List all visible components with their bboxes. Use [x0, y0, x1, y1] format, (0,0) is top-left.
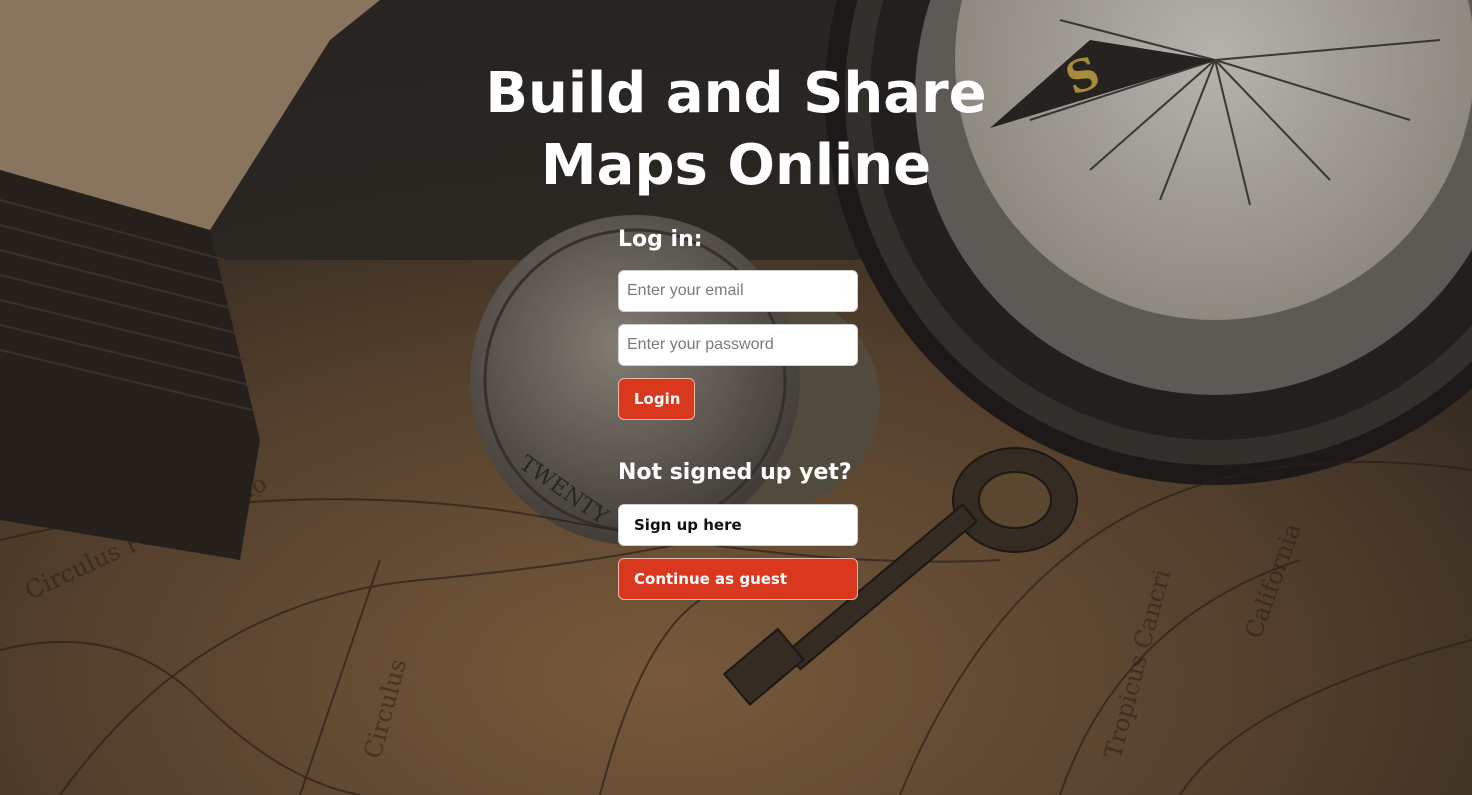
login-page: S TWENTY Circulus Polaris regio Circulus…	[0, 0, 1472, 795]
signup-button[interactable]: Sign up here	[618, 504, 858, 546]
email-field[interactable]	[618, 270, 858, 312]
password-field[interactable]	[618, 324, 858, 366]
page-title-line-2: Maps Online	[540, 133, 932, 198]
login-heading: Log in:	[618, 227, 703, 252]
page-title-line-1: Build and Share	[485, 61, 987, 126]
hero-content: Build and Share Maps Online Log in: Logi…	[0, 0, 1472, 795]
continue-as-guest-button[interactable]: Continue as guest	[618, 558, 858, 600]
login-button[interactable]: Login	[618, 378, 695, 420]
signup-heading: Not signed up yet?	[618, 460, 852, 485]
